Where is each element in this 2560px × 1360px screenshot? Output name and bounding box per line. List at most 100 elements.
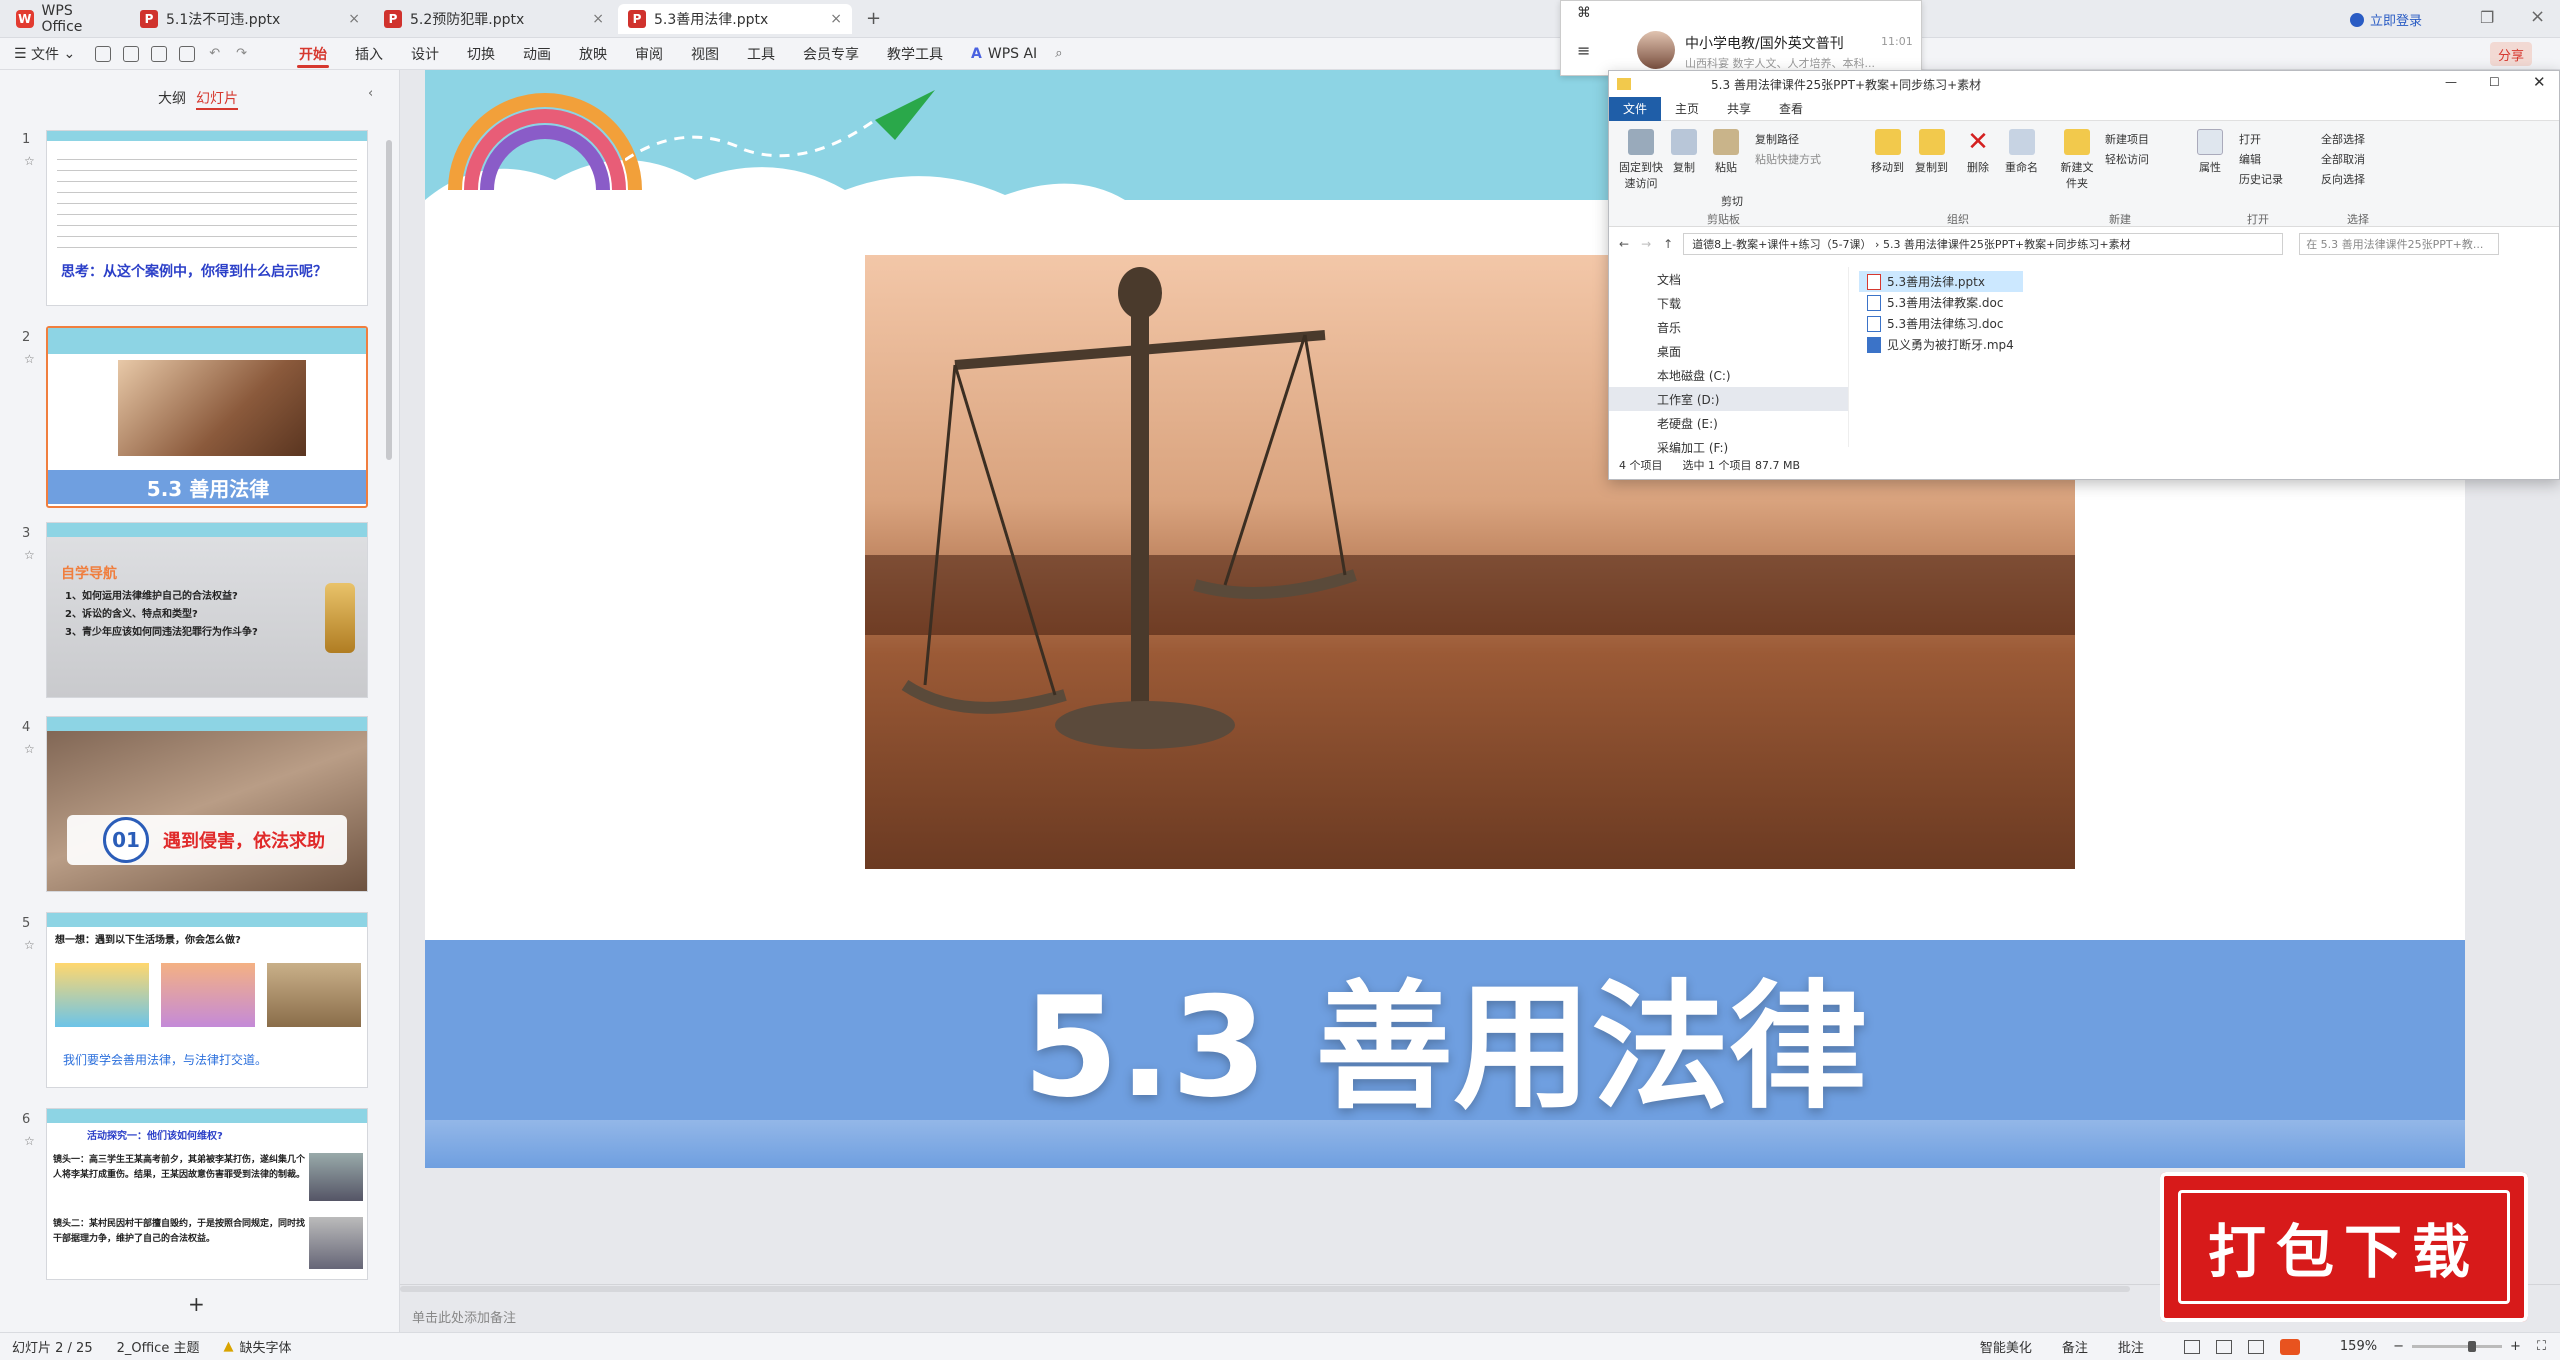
ribbon-tab-view[interactable]: 查看 [1765, 100, 1817, 117]
normal-view-icon[interactable] [2183, 1339, 2200, 1354]
menu-insert[interactable]: 插入 [341, 38, 397, 70]
missing-font[interactable]: 缺失字体 [239, 1337, 291, 1356]
select-none-button[interactable]: 全部取消 [2321, 151, 2365, 167]
search-icon[interactable]: ⌕ [1055, 46, 1062, 61]
notes-resizer[interactable] [410, 1275, 416, 1281]
print-icon[interactable] [151, 45, 168, 62]
nav-documents[interactable]: 文档 [1609, 267, 1848, 291]
notification-popup[interactable]: ⌘ ≡ 中小学电教/国外英文普刊 11:01 山西科宴 数字人文、人才培养、本科… [1560, 0, 1922, 76]
star-icon[interactable]: ☆ [24, 742, 35, 756]
zoom-level[interactable]: 159% [2340, 1339, 2377, 1354]
slide-title[interactable]: 5.3 善用法律 [425, 950, 2465, 1128]
share-button[interactable]: 分享 [2490, 42, 2533, 66]
login-link[interactable]: 立即登录 [2350, 10, 2422, 29]
edit-button[interactable]: 编辑 [2239, 151, 2261, 167]
file-item-selected[interactable]: 5.3善用法律.pptx [1859, 271, 2023, 292]
invert-selection-button[interactable]: 反向选择 [2321, 171, 2365, 187]
easy-access-button[interactable]: 轻松访问 [2105, 151, 2149, 167]
menu-icon[interactable]: ≡ [1577, 41, 1590, 60]
slide-thumb-5[interactable]: 想一想：遇到以下生活场景，你会怎么做? 我们要学会善用法律，与法律打交道。 [46, 912, 368, 1088]
paste-button[interactable]: 粘贴 [1713, 129, 1739, 175]
add-slide-icon[interactable]: + [188, 1292, 205, 1316]
nav-drive-e[interactable]: 老硬盘 (E:) [1609, 411, 1848, 435]
nav-drive-d[interactable]: 工作室 (D:) [1609, 387, 1848, 411]
open-button[interactable]: 打开 [2239, 131, 2261, 147]
tab-doc-2[interactable]: P 5.2预防犯罪.pptx × [374, 4, 614, 34]
copy-button[interactable]: 复制 [1671, 129, 1697, 175]
ribbon-tab-file[interactable]: 文件 [1609, 96, 1661, 121]
grid-view-icon[interactable] [2215, 1339, 2232, 1354]
slide-thumb-4[interactable]: 01 遇到侵害，依法求助 [46, 716, 368, 892]
menu-member[interactable]: 会员专享 [789, 38, 873, 70]
menu-wps-ai[interactable]: A WPS AI [957, 38, 1051, 70]
back-icon[interactable]: ← [1619, 237, 1629, 251]
file-item[interactable]: 5.3善用法律教案.doc [1859, 292, 2199, 313]
minimize-icon[interactable]: — [2445, 75, 2457, 89]
tab-doc-1[interactable]: P 5.1法不可违.pptx × [130, 4, 370, 34]
slide-thumb-3[interactable]: 自学导航 1、如何运用法律维护自己的合法权益? 2、诉讼的含义、特点和类型? 3… [46, 522, 368, 698]
star-icon[interactable]: ☆ [24, 154, 35, 168]
collapse-panel-icon[interactable]: ‹ [368, 86, 373, 101]
bookmark-icon[interactable]: ⌘ [1577, 5, 1591, 21]
tab-outline[interactable]: 大纲 [158, 88, 186, 108]
nav-drive-c[interactable]: 本地磁盘 (C:) [1609, 363, 1848, 387]
close-icon[interactable]: × [592, 11, 604, 27]
menu-tools[interactable]: 工具 [733, 38, 789, 70]
delete-button[interactable]: ✕ 删除 [1965, 129, 1991, 175]
copy-path-button[interactable]: 复制路径 [1755, 131, 1799, 147]
close-icon[interactable]: × [348, 11, 360, 27]
panel-scrollbar[interactable] [386, 140, 392, 460]
slide-thumb-6[interactable]: 活动探究一：他们该如何维权? 镜头一：高三学生王某高考前夕，其弟被李某打伤，遂纠… [46, 1108, 368, 1280]
preview-icon[interactable] [179, 45, 196, 62]
up-icon[interactable]: ↑ [1663, 237, 1673, 251]
menu-design[interactable]: 设计 [397, 38, 453, 70]
menu-slideshow[interactable]: 放映 [565, 38, 621, 70]
star-icon[interactable]: ☆ [24, 938, 35, 952]
properties-button[interactable]: 属性 [2197, 129, 2223, 175]
file-menu[interactable]: ☰ 文件 ⌄ [0, 38, 89, 70]
file-item[interactable]: 见义勇为被打断牙.mp4 [1859, 334, 2199, 355]
notes-toggle[interactable]: 备注 [2062, 1337, 2088, 1356]
export-icon[interactable] [123, 45, 140, 62]
address-bar[interactable]: 道德8上-教案+课件+练习（5-7课） › 5.3 善用法律课件25张PPT+教… [1683, 233, 2284, 255]
file-explorer-window[interactable]: 5.3 善用法律课件25张PPT+教案+同步练习+素材 — ☐ ✕ 文件 主页 … [1608, 70, 2560, 480]
app-home-tab[interactable]: W WPS Office [6, 3, 126, 35]
save-icon[interactable] [95, 45, 112, 62]
menu-view[interactable]: 视图 [677, 38, 733, 70]
undo-icon[interactable]: ↶ [209, 46, 220, 61]
forward-icon[interactable]: → [1641, 237, 1651, 251]
file-item[interactable]: 5.3善用法律练习.doc [1859, 313, 2199, 334]
ribbon-tab-share[interactable]: 共享 [1713, 100, 1765, 117]
close-icon[interactable]: ✕ [2533, 73, 2546, 91]
zoom-slider[interactable] [2411, 1341, 2502, 1352]
copy-to-button[interactable]: 复制到 [1915, 129, 1948, 175]
menu-transition[interactable]: 切换 [453, 38, 509, 70]
beautify-button[interactable]: 智能美化 [1980, 1337, 2032, 1356]
restore-icon[interactable]: ❐ [2480, 8, 2494, 27]
horizontal-scrollbar[interactable] [400, 1286, 2130, 1292]
slide-thumb-2-selected[interactable]: 5.3 善用法律 [46, 326, 368, 508]
star-icon[interactable]: ☆ [24, 548, 35, 562]
history-button[interactable]: 历史记录 [2239, 171, 2283, 187]
star-icon[interactable]: ☆ [24, 1134, 35, 1148]
download-stamp[interactable]: 打包下载 [2160, 1172, 2528, 1322]
nav-downloads[interactable]: 下载 [1609, 291, 1848, 315]
pin-quick-access-button[interactable]: 固定到快速访问 [1615, 129, 1667, 191]
fit-window-icon[interactable]: ⛶ [2537, 1339, 2546, 1354]
close-window-icon[interactable]: × [2530, 6, 2545, 27]
rename-button[interactable]: 重命名 [2005, 129, 2038, 175]
slide-thumb-1[interactable]: 思考：从这个案例中，你得到什么启示呢？ [46, 130, 368, 306]
new-folder-button[interactable]: 新建文件夹 [2057, 129, 2097, 191]
menu-review[interactable]: 审阅 [621, 38, 677, 70]
tab-slides[interactable]: 幻灯片 [196, 88, 238, 110]
menu-animation[interactable]: 动画 [509, 38, 565, 70]
close-icon[interactable]: × [830, 11, 842, 27]
zoom-in-icon[interactable]: + [2510, 1339, 2521, 1354]
play-slideshow-icon[interactable] [2279, 1338, 2300, 1355]
new-tab-icon[interactable]: + [866, 8, 881, 29]
search-field[interactable]: 在 5.3 善用法律课件25张PPT+教... [2299, 233, 2500, 255]
tab-doc-3-active[interactable]: P 5.3善用法律.pptx × [618, 4, 852, 34]
move-to-button[interactable]: 移动到 [1871, 129, 1904, 175]
redo-icon[interactable]: ↷ [236, 46, 247, 61]
maximize-icon[interactable]: ☐ [2489, 75, 2500, 89]
